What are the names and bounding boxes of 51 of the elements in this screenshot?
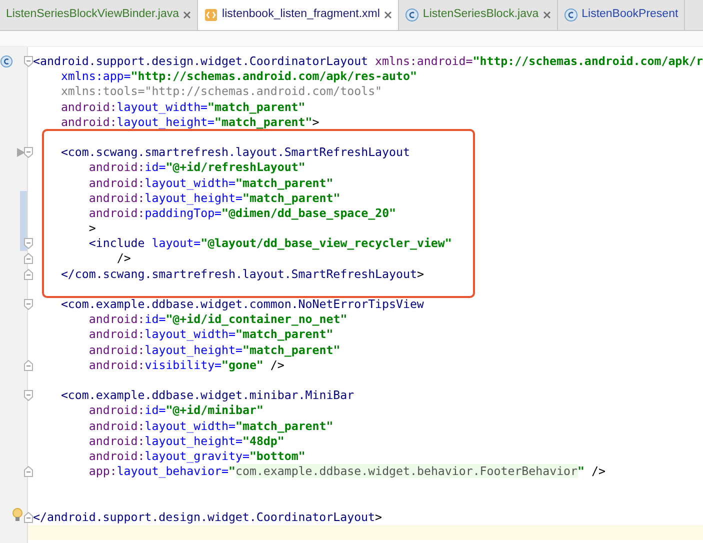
fold-icon[interactable] [24,299,33,310]
fold-icon[interactable] [24,238,33,250]
code-line: <com.example.ddbase.widget.common.NoNetErrorTipsView [60,297,424,312]
code-line: android:paddingTop="@dimen/dd_base_space_20" [88,206,396,222]
code-line: app:layout_behavior="com.example.ddbase.widget.behavior.FooterBehavior" /> [88,464,606,480]
code-line: <android.support.design.widget.CoordinatorLayout xmlns:android="http://schemas.android.com/apk/r [33,54,703,70]
tab-label: listenbook_listen_fragment.xml [222,7,380,22]
code-line: android:layout_width="match_parent" [60,100,306,115]
code-line: android:layout_height="match_parent" [88,342,340,358]
close-icon[interactable] [542,11,551,19]
code-line: android:layout_width="match_parent" [88,327,334,343]
code-line: <com.example.ddbase.widget.minibar.MiniBar [60,388,354,404]
code-line: android:layout_gravity="bottom" [88,448,306,464]
code-line: android:id="@+id/id_container_no_net" [88,312,348,328]
tab-label: ListenSeriesBlockViewBinder.java [6,7,180,22]
close-icon[interactable] [384,11,392,19]
code-line: </com.scwang.smartrefresh.layout.SmartRefreshLayout> [60,266,424,282]
code-line: </android.support.design.widget.CoordinatorLayout> [33,510,382,525]
code-line: xmlns:app="http://schemas.android.com/apk/res-auto" [60,69,417,84]
close-icon[interactable] [183,11,192,19]
editor-tab[interactable]: listenbook_listen_fragment.xml [198,0,399,30]
code-line: android:id="@+id/minibar" [88,403,264,418]
fold-icon[interactable] [24,56,33,67]
class-icon [564,8,578,22]
fold-icon[interactable] [24,512,33,523]
class-icon [0,55,13,68]
code-line: android:layout_height="match_parent" [88,190,340,206]
code-line: android:visibility="gone" /> [88,358,284,373]
fold-icon[interactable] [24,360,33,371]
fold-icon[interactable] [24,253,33,264]
code-line: /> [116,251,131,267]
code-line: android:id="@+id/refreshLayout" [88,160,306,176]
xml-file-icon [204,8,218,22]
tab-label: ListenBookPresent [582,7,678,22]
tab-label: ListenSeriesBlock.java [422,7,539,22]
code-line: xmlns:tools="http://schemas.android.com/tools" [60,84,382,100]
code-line: > [88,221,96,236]
fold-icon[interactable] [24,147,33,158]
code-line: android:layout_height="48dp" [88,434,284,449]
triangle-icon[interactable] [17,148,25,158]
code-line: android:layout_width="match_parent" [88,176,334,191]
code-line: <com.scwang.smartrefresh.layout.SmartRefreshLayout [60,145,410,160]
code-line: android:layout_width="match_parent" [88,418,334,434]
fold-icon[interactable] [24,466,33,478]
fold-icon[interactable] [24,268,33,280]
class-icon [404,8,419,22]
code-line: android:layout_height="match_parent"> [60,114,320,130]
code-line: <include layout="@layout/dd_base_view_recycler_view" [88,236,452,252]
fold-icon[interactable] [24,390,33,402]
editor-tab[interactable]: ListenBookPresent [558,0,686,30]
lightbulb-icon[interactable] [12,508,23,522]
